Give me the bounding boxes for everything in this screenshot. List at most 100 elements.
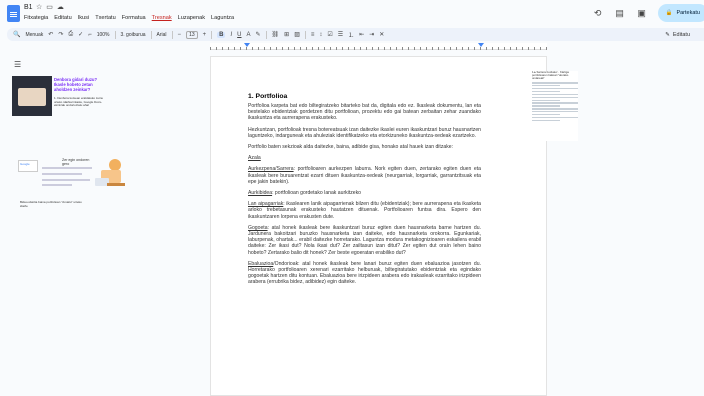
font-size-input[interactable]: 13	[186, 30, 198, 39]
history-icon[interactable]: ⟲	[592, 8, 604, 19]
document-title[interactable]: B1	[24, 4, 33, 11]
search-menus-label[interactable]: Menuak	[25, 32, 43, 38]
divider	[304, 30, 306, 39]
redo-icon[interactable]: ↷	[58, 31, 63, 38]
side-thumbnail-line	[532, 90, 560, 93]
menu-bar: Fitxategia Editatu Ikusi Txertatu Format…	[24, 15, 234, 21]
thumbnail-line	[42, 167, 92, 169]
comment-add-icon[interactable]: ⊞	[284, 31, 289, 38]
term: Ebaluazioa	[248, 260, 274, 267]
link-icon[interactable]: ⛓	[272, 31, 280, 38]
paragraph: Aurkibidea: portfolioan gordetako lanak …	[248, 190, 481, 196]
left-indent-marker[interactable]	[244, 43, 250, 47]
italic-button[interactable]: I	[230, 32, 232, 38]
menu-format[interactable]: Formatua	[122, 15, 146, 21]
thumbnail-card-group: Zer egin ondoren gero Google	[18, 158, 95, 188]
text-color-button[interactable]: A	[247, 32, 251, 38]
docs-window: B1 ☆ ▭ ☁ Fitxategia Editatu Ikusi Txerta…	[0, 0, 704, 396]
spellcheck-icon[interactable]: ✓	[78, 31, 83, 38]
menu-help[interactable]: Laguntza	[211, 15, 234, 21]
side-thumbnail: 1.▸ Sarrera bordatuz · Kártiga portfolio…	[532, 70, 578, 141]
cloud-saved-icon[interactable]: ☁	[57, 4, 64, 12]
search-icon[interactable]: 🔍	[13, 31, 20, 38]
paragraph: Portfolioa karpeta bat edo biltegiratzek…	[248, 103, 481, 122]
side-thumbnail-line	[532, 105, 560, 107]
pencil-icon: ✎	[665, 31, 670, 38]
lock-icon: 🔒	[665, 10, 673, 16]
menu-edit[interactable]: Editatu	[54, 15, 71, 21]
decrease-font-icon[interactable]: −	[178, 32, 182, 38]
thumbnail-line	[42, 179, 90, 181]
comments-icon[interactable]: ▤	[614, 8, 626, 19]
line-spacing-icon[interactable]: ↕	[319, 32, 322, 38]
underline-button[interactable]: U	[237, 32, 241, 38]
bullet-list-icon[interactable]: ☰	[338, 31, 343, 38]
side-thumbnail-line	[532, 99, 560, 101]
side-thumbnail-line	[532, 87, 578, 90]
share-button[interactable]: 🔒 Partekatu	[657, 4, 704, 22]
divider	[265, 30, 267, 39]
menu-file[interactable]: Fitxategia	[24, 15, 48, 21]
move-folder-icon[interactable]: ▭	[46, 4, 53, 12]
side-thumbnail-line	[532, 82, 578, 84]
highlight-icon[interactable]: ✎	[256, 31, 261, 38]
image-thumbnail	[12, 76, 52, 116]
editing-mode-button[interactable]: ✎ Editatu	[665, 32, 690, 38]
menu-view[interactable]: Ikusi	[78, 15, 90, 21]
horizontal-ruler[interactable]	[210, 43, 547, 50]
menu-tools[interactable]: Tresnak	[152, 15, 172, 21]
zoom-select[interactable]: 100%	[97, 32, 110, 38]
indent-increase-icon[interactable]: ⇥	[369, 31, 374, 38]
side-thumbnail-line	[532, 114, 560, 116]
style-select[interactable]: 3. goiburua	[121, 32, 146, 38]
document-page[interactable]: 1. Portfolioa Portfolioa karpeta bat edo…	[210, 56, 547, 396]
term: Lan aipagarriak	[248, 201, 284, 208]
document-body[interactable]: 1. Portfolioa Portfolioa karpeta bat edo…	[248, 93, 481, 291]
increase-font-icon[interactable]: +	[203, 32, 207, 38]
star-icon[interactable]: ☆	[36, 4, 42, 12]
ruler-ticks	[210, 47, 547, 50]
print-icon[interactable]: ⎙	[68, 31, 73, 38]
divider	[114, 30, 116, 39]
top-right-controls: ⟲ ▤ ▣ 🔒 Partekatu	[592, 4, 704, 22]
paragraph: Gogoeta: atal honek ikasleak bere ikasku…	[248, 225, 481, 256]
section-heading: 1. Portfolioa	[248, 93, 288, 100]
title-bar: B1 ☆ ▭ ☁ Fitxategia Editatu Ikusi Txerta…	[0, 0, 704, 28]
term: Aurkibidea	[248, 190, 273, 197]
editing-mode-label: Editatu	[672, 31, 690, 38]
term-description: /Ondorioak: atal honek ikasleak bere lan…	[248, 260, 481, 286]
numbered-list-icon[interactable]: ⒈	[348, 30, 354, 39]
thumbnail-card-title: Zer egin ondoren gero	[62, 158, 90, 166]
side-thumbnail-title: 1.▸ Sarrera bordatuz · Kártiga portfolio…	[532, 70, 569, 81]
undo-icon[interactable]: ↶	[48, 31, 53, 38]
term-description: : ikaslearen lanik aipagarrienak bilzen …	[248, 201, 481, 220]
side-thumbnail-line	[532, 96, 578, 98]
google-card: Google	[18, 160, 38, 172]
side-thumbnail-line	[532, 102, 578, 104]
indent-decrease-icon[interactable]: ⇤	[359, 31, 364, 38]
right-indent-marker[interactable]	[478, 43, 484, 47]
side-thumbnail-line	[532, 93, 578, 96]
paragraph: Portfolio baten sekzioak alda daitezke, …	[248, 144, 454, 151]
divider	[171, 30, 173, 39]
thumbnail-text: 1. Denbora kotxean eraldatuko zeinu urte…	[54, 96, 104, 108]
menu-extensions[interactable]: Luzapenak	[178, 15, 205, 21]
align-icon[interactable]: ≡	[311, 32, 315, 38]
paint-format-icon[interactable]: ⌐	[88, 32, 92, 38]
bold-button[interactable]: B	[217, 31, 226, 38]
menu-insert[interactable]: Txertatu	[95, 15, 116, 21]
docs-logo-icon[interactable]	[7, 5, 20, 22]
image-icon[interactable]: ▨	[294, 31, 300, 38]
thumbnail-line	[42, 184, 72, 186]
toolbar: 🔍 Menuak ↶ ↷ ⎙ ✓ ⌐ 100% 3. goiburua Aria…	[7, 28, 704, 41]
share-label: Partekatu	[676, 10, 700, 16]
font-select[interactable]: Arial	[157, 32, 167, 38]
checklist-icon[interactable]: ☑	[327, 31, 332, 38]
side-thumbnail-line	[532, 111, 578, 113]
subsection-title: Azala	[248, 155, 261, 162]
side-thumbnail-line	[532, 85, 560, 87]
clear-format-icon[interactable]: ✕	[379, 31, 384, 38]
meet-icon[interactable]: ▣	[636, 8, 648, 19]
term: Gogoeta	[248, 224, 268, 231]
outline-icon[interactable]: ☰	[14, 60, 21, 69]
